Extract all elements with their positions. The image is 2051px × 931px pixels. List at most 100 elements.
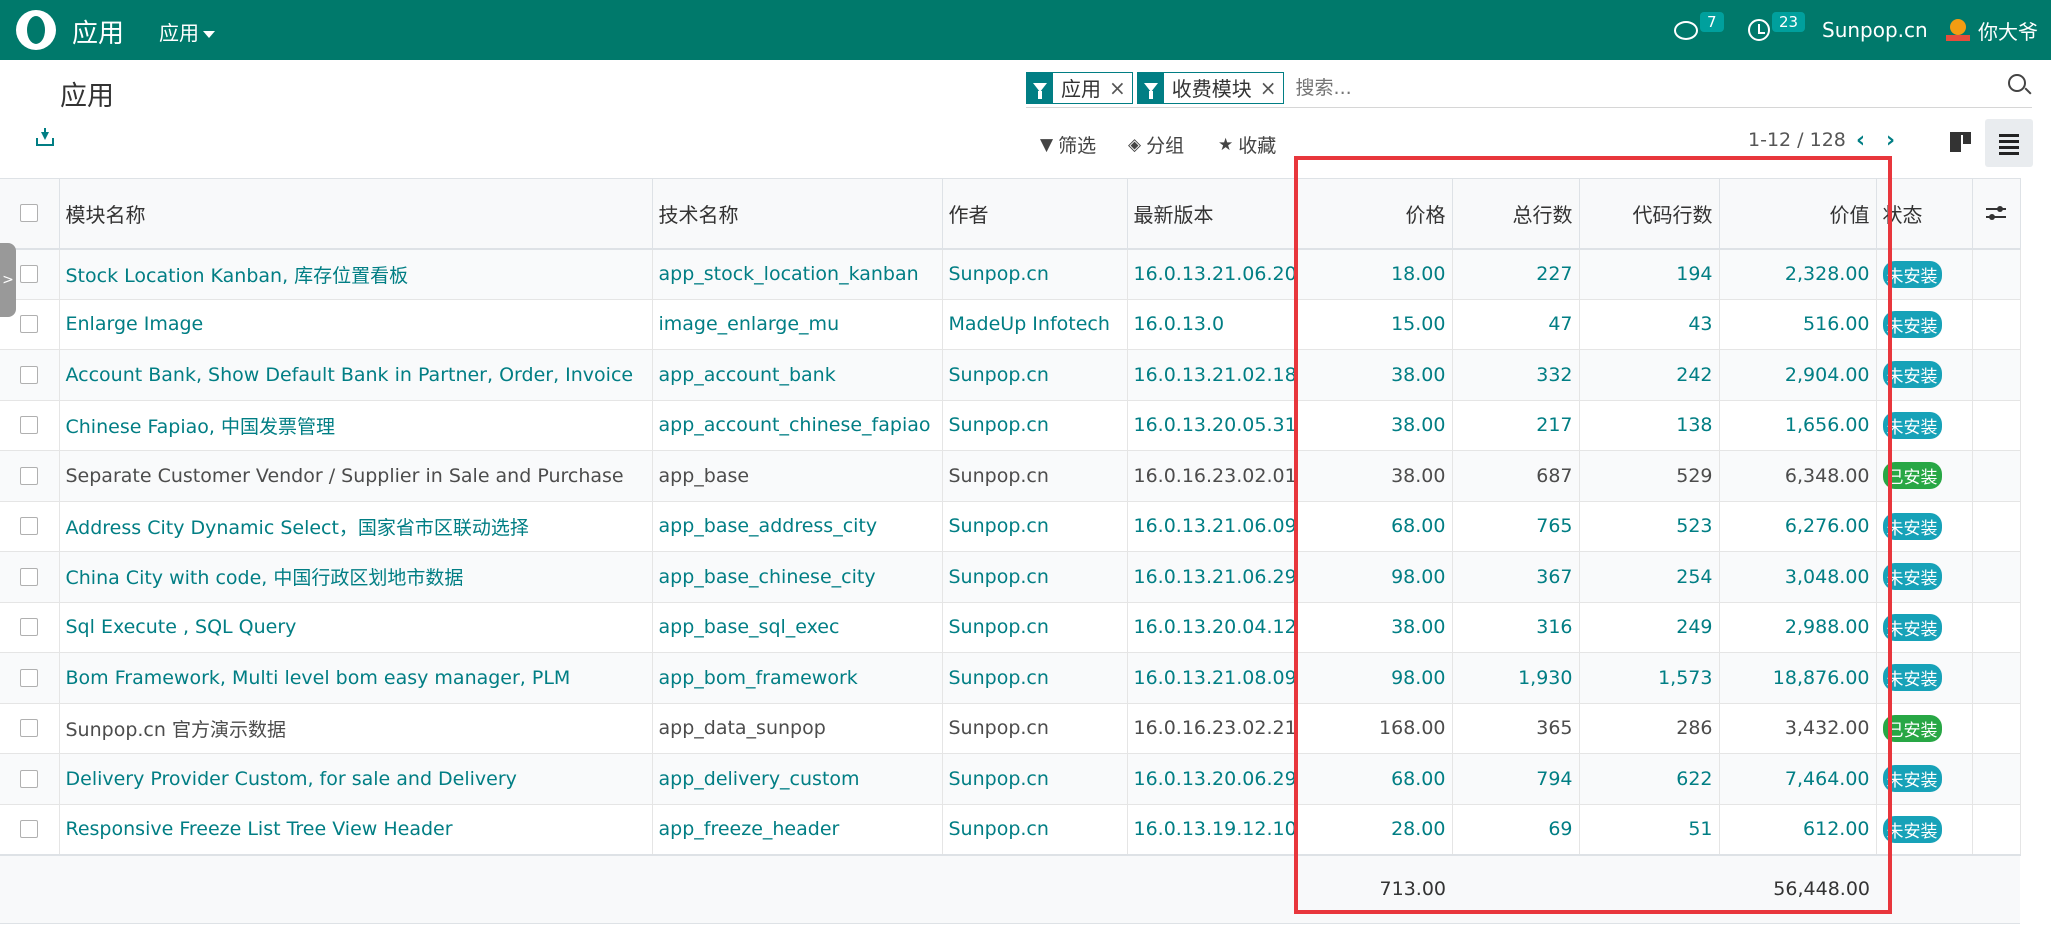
filter-facet-paid[interactable]: 收费模块 ×	[1136, 71, 1284, 104]
version-cell: 16.0.13.21.08.09	[1127, 652, 1297, 704]
tech-name-cell: app_delivery_custom	[652, 753, 943, 805]
status-badge: 未安装	[1882, 361, 1942, 389]
table-row[interactable]: Sunpop.cn 官方演示数据 app_data_sunpop Sunpop.cn…	[0, 703, 2021, 754]
table-row[interactable]: Enlarge Image image_enlarge_mu MadeUp Info…	[0, 299, 2021, 350]
row-spacer-cell	[1972, 652, 2021, 704]
column-header-version[interactable]: 最新版本	[1127, 178, 1297, 250]
messages-button[interactable]: 7	[1674, 0, 1724, 60]
table-row[interactable]: Stock Location Kanban, 库存位置看板 app_stock_l…	[0, 248, 2021, 300]
code-lines-cell: 138	[1579, 400, 1720, 451]
remove-facet-icon[interactable]: ×	[1107, 73, 1132, 103]
column-header-price[interactable]: 价格	[1296, 178, 1453, 250]
table-row[interactable]: Sql Execute , SQL Query app_base_sql_exec…	[0, 602, 2021, 653]
state-cell: 未安装	[1876, 551, 1973, 603]
table-row[interactable]: Delivery Provider Custom, for sale and D…	[0, 753, 2021, 805]
activities-button[interactable]: 23	[1748, 0, 1806, 60]
row-checkbox[interactable]	[20, 769, 39, 788]
row-checkbox[interactable]	[20, 416, 39, 435]
table-row[interactable]: Responsive Freeze List Tree View Header a…	[0, 804, 2021, 855]
status-badge: 未安装	[1882, 310, 1942, 338]
table-row[interactable]: Chinese Fapiao, 中国发票管理 app_account_chines…	[0, 400, 2021, 451]
messages-badge: 7	[1700, 12, 1724, 32]
kanban-view-icon[interactable]	[1950, 132, 1971, 152]
value-cell: 2,988.00	[1719, 602, 1877, 653]
row-checkbox[interactable]	[20, 365, 39, 384]
odoo-logo-icon[interactable]	[16, 10, 56, 50]
select-all-cell[interactable]	[0, 178, 60, 250]
row-checkbox[interactable]	[20, 265, 39, 283]
row-checkbox[interactable]	[20, 567, 39, 586]
column-header-code-lines[interactable]: 代码行数	[1579, 178, 1720, 250]
list-view-icon[interactable]	[1985, 119, 2033, 167]
optional-columns-toggle[interactable]	[1972, 178, 2021, 250]
tech-name-cell: app_base_address_city	[652, 501, 943, 552]
row-checkbox[interactable]	[20, 719, 39, 738]
search-icon[interactable]	[2008, 74, 2026, 92]
state-cell: 未安装	[1876, 652, 1973, 704]
row-select-cell[interactable]	[0, 501, 60, 552]
user-menu[interactable]: 你大爷	[1944, 0, 2038, 60]
pager-previous-icon[interactable]: ‹	[1856, 128, 1865, 153]
breadcrumb: 应用	[60, 81, 114, 112]
column-header-total-lines[interactable]: 总行数	[1452, 178, 1580, 250]
price-cell: 98.00	[1296, 652, 1453, 704]
row-select-cell[interactable]	[0, 804, 60, 855]
side-panel-toggle[interactable]: >	[0, 243, 16, 317]
row-select-cell[interactable]	[0, 753, 60, 805]
row-select-cell[interactable]	[0, 349, 60, 401]
column-header-author[interactable]: 作者	[942, 178, 1128, 250]
select-all-checkbox[interactable]	[20, 204, 39, 223]
value-cell: 3,048.00	[1719, 551, 1877, 603]
download-icon[interactable]	[36, 128, 54, 146]
row-spacer-cell	[1972, 551, 2021, 603]
group-by-button[interactable]: ◈ 分组	[1128, 131, 1184, 158]
row-checkbox[interactable]	[20, 820, 39, 838]
module-name-cell: Separate Customer Vendor / Supplier in S…	[59, 450, 653, 502]
top-navbar: 应用 应用 7 23 Sunpop.cn 你大爷	[0, 0, 2051, 60]
code-lines-cell: 43	[1579, 299, 1720, 350]
search-input[interactable]	[1295, 76, 1996, 99]
column-header-state[interactable]: 状态	[1876, 178, 1973, 250]
row-checkbox[interactable]	[20, 618, 39, 637]
pager-value[interactable]: 1-12 / 128	[1748, 129, 1846, 151]
state-cell: 已安装	[1876, 450, 1973, 502]
row-checkbox[interactable]	[20, 466, 39, 485]
row-select-cell[interactable]	[0, 602, 60, 653]
favorites-button[interactable]: ★ 收藏	[1218, 131, 1276, 158]
filter-facet-app[interactable]: 应用 ×	[1026, 71, 1133, 104]
remove-facet-icon[interactable]: ×	[1258, 73, 1283, 103]
row-select-cell[interactable]	[0, 450, 60, 502]
author-cell: Sunpop.cn	[942, 602, 1128, 653]
row-checkbox[interactable]	[20, 315, 39, 334]
value-cell: 612.00	[1719, 804, 1877, 855]
pager-next-icon[interactable]: ›	[1886, 128, 1895, 153]
code-lines-cell: 286	[1579, 703, 1720, 754]
price-cell: 168.00	[1296, 703, 1453, 754]
app-title[interactable]: 应用	[72, 13, 124, 50]
table-row[interactable]: China City with code, 中国行政区划地市数据 app_base…	[0, 551, 2021, 603]
row-select-cell[interactable]	[0, 652, 60, 704]
row-select-cell[interactable]	[0, 400, 60, 451]
app-menu-dropdown[interactable]: 应用	[159, 17, 215, 46]
row-select-cell[interactable]	[0, 551, 60, 603]
tech-name-cell: app_bom_framework	[652, 652, 943, 704]
table-row[interactable]: Address City Dynamic Select，国家省市区联动选择 app…	[0, 501, 2021, 552]
column-header-tech-name[interactable]: 技术名称	[652, 178, 943, 250]
column-header-value[interactable]: 价值	[1719, 178, 1877, 250]
state-cell: 未安装	[1876, 602, 1973, 653]
star-icon: ★	[1218, 134, 1234, 155]
row-checkbox[interactable]	[20, 668, 39, 687]
module-name-cell: Sql Execute , SQL Query	[59, 602, 653, 653]
table-row[interactable]: Separate Customer Vendor / Supplier in S…	[0, 450, 2021, 502]
table-row[interactable]: Account Bank, Show Default Bank in Partn…	[0, 349, 2021, 401]
column-header-name[interactable]: 模块名称	[59, 178, 653, 250]
module-name-cell: Enlarge Image	[59, 299, 653, 350]
price-cell: 38.00	[1296, 349, 1453, 401]
company-switcher[interactable]: Sunpop.cn	[1822, 0, 1928, 60]
filter-icon: ▼	[1040, 134, 1054, 155]
table-row[interactable]: Bom Framework, Multi level bom easy mana…	[0, 652, 2021, 704]
row-checkbox[interactable]	[20, 517, 39, 536]
price-cell: 38.00	[1296, 450, 1453, 502]
row-select-cell[interactable]	[0, 703, 60, 754]
filter-button[interactable]: ▼ 筛选	[1040, 131, 1096, 158]
